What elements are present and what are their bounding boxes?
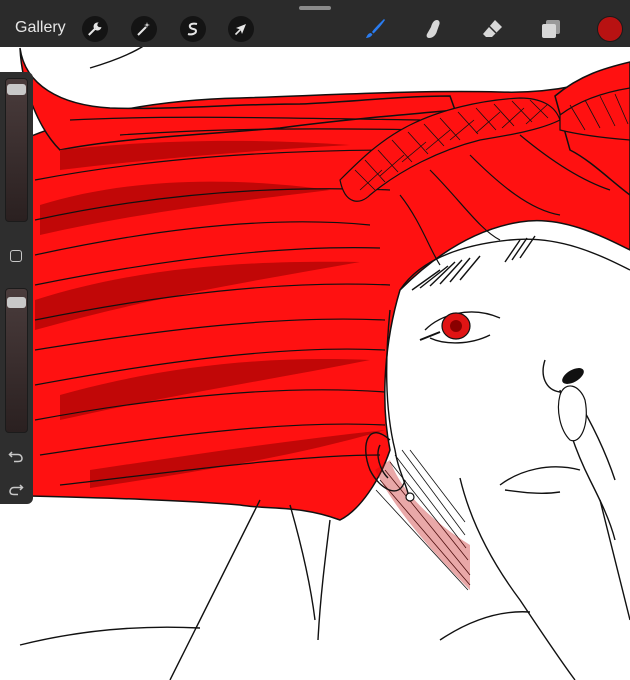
selection-button[interactable] bbox=[180, 16, 206, 42]
modify-square-icon[interactable] bbox=[10, 250, 22, 262]
brush-size-slider-thumb[interactable] bbox=[7, 83, 26, 95]
eraser-icon bbox=[483, 20, 502, 37]
brush-tool-button[interactable] bbox=[361, 15, 389, 43]
gallery-button[interactable]: Gallery bbox=[15, 18, 66, 38]
earring bbox=[405, 492, 415, 502]
adjustments-button[interactable] bbox=[131, 16, 157, 42]
eraser-tool-button[interactable] bbox=[479, 15, 507, 43]
opacity-slider-thumb[interactable] bbox=[7, 296, 26, 308]
eye-pupil bbox=[450, 320, 462, 332]
layers-icon bbox=[542, 20, 560, 38]
toolbar-grabber-handle[interactable] bbox=[299, 6, 331, 10]
brush-icon bbox=[366, 19, 385, 38]
redo-icon[interactable] bbox=[8, 481, 24, 497]
actions-button[interactable] bbox=[82, 16, 108, 42]
smudge-finger-icon bbox=[426, 20, 440, 38]
top-toolbar: Gallery bbox=[0, 0, 630, 47]
layers-button[interactable] bbox=[537, 15, 565, 43]
wrench-icon bbox=[88, 22, 102, 36]
color-picker-swatch[interactable] bbox=[598, 17, 622, 41]
opacity-slider[interactable] bbox=[5, 288, 28, 433]
drawing-canvas[interactable] bbox=[0, 0, 630, 680]
brush-size-slider[interactable] bbox=[5, 78, 28, 222]
arrow-cursor-icon bbox=[234, 24, 246, 36]
transform-button[interactable] bbox=[228, 16, 254, 42]
left-sidebar bbox=[0, 72, 33, 504]
undo-icon[interactable] bbox=[8, 448, 24, 464]
smudge-tool-button[interactable] bbox=[420, 15, 448, 43]
selection-s-icon bbox=[187, 22, 198, 36]
magic-wand-icon bbox=[137, 22, 150, 36]
